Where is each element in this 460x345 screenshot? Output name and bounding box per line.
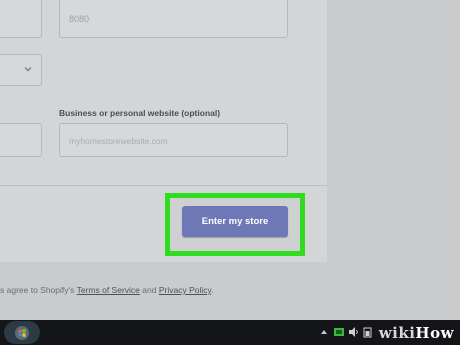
terms-of-service-link[interactable]: Terms of Service <box>77 285 140 295</box>
windows-start-icon <box>15 325 29 340</box>
zip-code-value: 8080 <box>69 14 90 24</box>
battery-icon[interactable] <box>362 326 374 338</box>
watermark-prefix: wiki <box>378 324 416 342</box>
phone-field[interactable] <box>0 123 42 157</box>
privacy-policy-link[interactable]: Privacy Policy <box>159 285 211 295</box>
website-field[interactable]: myhomestorewebsite.com <box>59 123 288 157</box>
tray-arrow-icon[interactable] <box>318 326 330 338</box>
network-icon[interactable] <box>333 326 345 338</box>
agreement-prefix: s agree to Shopify's <box>0 285 75 295</box>
website-field-value: myhomestorewebsite.com <box>69 136 168 146</box>
region-select[interactable] <box>0 54 42 86</box>
windows-start-button[interactable] <box>4 321 40 344</box>
first-name-field[interactable] <box>0 0 42 38</box>
terms-agreement-text: s agree to Shopify's Terms of Service an… <box>0 285 214 295</box>
agreement-and: and <box>142 285 157 295</box>
chevron-down-icon <box>24 67 32 72</box>
zip-code-field[interactable]: 8080 <box>59 0 288 38</box>
volume-icon[interactable] <box>348 326 360 338</box>
enter-my-store-button[interactable]: Enter my store <box>182 206 288 237</box>
watermark-suffix: How <box>415 324 454 342</box>
website-field-label: Business or personal website (optional) <box>59 108 221 118</box>
agreement-suffix: . <box>211 285 214 295</box>
wikihow-watermark: wikiHow <box>379 324 454 342</box>
form-divider <box>0 185 327 186</box>
